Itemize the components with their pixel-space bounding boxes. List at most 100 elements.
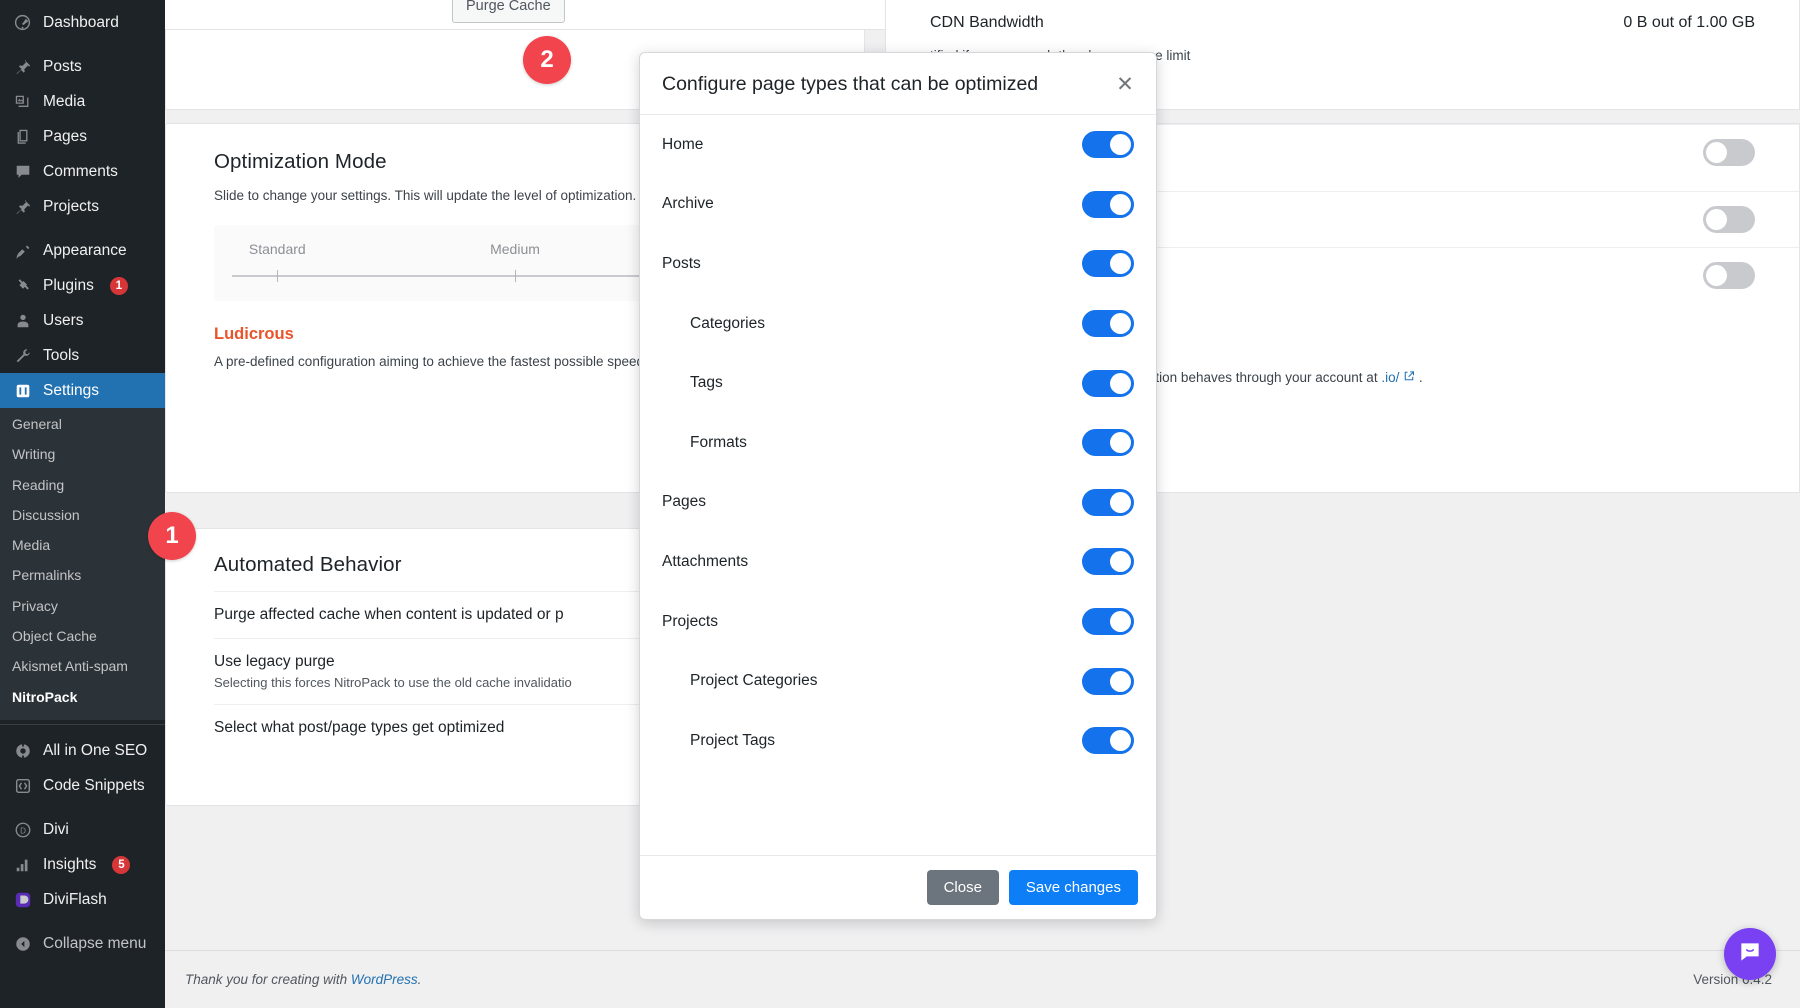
- pages-icon: [12, 126, 33, 147]
- page-type-label: Projects: [662, 613, 718, 631]
- submenu-item-akismet[interactable]: Akismet Anti-spam: [0, 651, 165, 681]
- collapse-menu-button[interactable]: Collapse menu: [0, 927, 165, 962]
- page-type-row: Home: [662, 115, 1134, 175]
- step-badge-1: 1: [148, 512, 196, 560]
- sidebar-item-label: All in One SEO: [43, 742, 147, 760]
- sidebar-item-diviflash[interactable]: DiviFlash: [0, 883, 165, 918]
- divi-icon: D: [12, 820, 33, 841]
- page-type-row: Archive: [662, 175, 1134, 235]
- collapse-menu-label: Collapse menu: [43, 935, 146, 953]
- settings-submenu: General Writing Reading Discussion Media…: [0, 408, 165, 720]
- page-type-toggle[interactable]: [1082, 191, 1134, 218]
- close-button[interactable]: Close: [927, 870, 999, 905]
- sidebar-divider: [0, 40, 165, 49]
- step-badge-2: 2: [523, 36, 571, 84]
- account-link-text: .io/: [1381, 370, 1399, 385]
- sidebar-item-settings[interactable]: Settings: [0, 373, 165, 408]
- page-type-toggle[interactable]: [1082, 668, 1134, 695]
- page-type-row: Posts: [662, 234, 1134, 294]
- media-icon: [12, 91, 33, 112]
- page-type-label: Formats: [662, 434, 747, 452]
- cdn-bandwidth-label: CDN Bandwidth: [930, 14, 1044, 32]
- page-type-label: Home: [662, 136, 703, 154]
- submenu-item-reading[interactable]: Reading: [0, 470, 165, 500]
- external-link-icon: [1403, 370, 1419, 385]
- admin-sidebar: Dashboard Posts Media Pages Comments Pro…: [0, 0, 165, 1008]
- purge-cache-button[interactable]: Purge Cache: [452, 0, 565, 23]
- submenu-item-privacy[interactable]: Privacy: [0, 591, 165, 621]
- sidebar-item-pages[interactable]: Pages: [0, 119, 165, 154]
- plugins-update-badge: 1: [110, 277, 128, 295]
- save-changes-button[interactable]: Save changes: [1009, 870, 1138, 905]
- submenu-item-media[interactable]: Media: [0, 530, 165, 560]
- submenu-item-object-cache[interactable]: Object Cache: [0, 621, 165, 651]
- plug-icon: [12, 275, 33, 296]
- submenu-item-writing[interactable]: Writing: [0, 439, 165, 469]
- modal-body: Home Archive Posts Categories Tags Forma…: [640, 115, 1156, 855]
- submenu-item-nitropack[interactable]: NitroPack: [0, 682, 165, 712]
- sidebar-item-users[interactable]: Users: [0, 303, 165, 338]
- page-type-row: Project Tags: [662, 711, 1134, 771]
- account-link[interactable]: .io/: [1381, 370, 1419, 385]
- page-type-toggle[interactable]: [1082, 608, 1134, 635]
- submenu-item-permalinks[interactable]: Permalinks: [0, 560, 165, 590]
- sidebar-item-insights[interactable]: Insights 5: [0, 848, 165, 883]
- feature-toggle[interactable]: [1703, 139, 1755, 166]
- sidebar-item-posts[interactable]: Posts: [0, 49, 165, 84]
- close-icon[interactable]: ✕: [1114, 75, 1136, 97]
- sidebar-item-divi[interactable]: D Divi: [0, 813, 165, 848]
- sidebar-item-dashboard[interactable]: Dashboard: [0, 5, 165, 40]
- feature-toggle[interactable]: [1703, 206, 1755, 233]
- page-type-row: Pages: [662, 473, 1134, 533]
- page-type-toggle[interactable]: [1082, 429, 1134, 456]
- chat-bubble-icon: [1737, 939, 1763, 970]
- page-type-row: Categories: [662, 294, 1134, 354]
- sidebar-item-comments[interactable]: Comments: [0, 154, 165, 189]
- wordpress-link[interactable]: WordPress: [351, 972, 418, 987]
- cdn-bandwidth-value: 0 B out of 1.00 GB: [1623, 14, 1755, 32]
- sidebar-divider: [0, 224, 165, 233]
- sidebar-item-tools[interactable]: Tools: [0, 338, 165, 373]
- feature-toggle[interactable]: [1703, 262, 1755, 289]
- pin-icon: [12, 56, 33, 77]
- settings-icon: [12, 380, 33, 401]
- page-types-modal: Configure page types that can be optimiz…: [639, 52, 1157, 920]
- page-type-toggle[interactable]: [1082, 131, 1134, 158]
- submenu-item-discussion[interactable]: Discussion: [0, 500, 165, 530]
- sidebar-item-label: Appearance: [43, 242, 127, 260]
- modal-footer: Close Save changes: [640, 855, 1156, 919]
- sidebar-item-label: Insights: [43, 856, 96, 874]
- page-type-row: Attachments: [662, 532, 1134, 592]
- sidebar-divider: [0, 724, 165, 725]
- submenu-item-general[interactable]: General: [0, 409, 165, 439]
- page-type-toggle[interactable]: [1082, 310, 1134, 337]
- pin-icon: [12, 196, 33, 217]
- sidebar-item-label: DiviFlash: [43, 891, 107, 909]
- sidebar-item-label: Projects: [43, 198, 99, 216]
- sidebar-item-appearance[interactable]: Appearance: [0, 233, 165, 268]
- page-type-toggle[interactable]: [1082, 250, 1134, 277]
- page-type-label: Project Tags: [662, 732, 775, 750]
- sidebar-item-projects[interactable]: Projects: [0, 189, 165, 224]
- sidebar-item-label: Users: [43, 312, 83, 330]
- page-type-toggle[interactable]: [1082, 489, 1134, 516]
- sidebar-item-plugins[interactable]: Plugins 1: [0, 268, 165, 303]
- intercom-launcher-button[interactable]: [1724, 928, 1776, 980]
- sidebar-item-label: Comments: [43, 163, 118, 181]
- sidebar-item-label: Pages: [43, 128, 87, 146]
- user-icon: [12, 310, 33, 331]
- page-type-label: Posts: [662, 255, 701, 273]
- page-type-label: Categories: [662, 315, 765, 333]
- page-type-toggle[interactable]: [1082, 370, 1134, 397]
- page-type-label: Tags: [662, 374, 723, 392]
- sidebar-item-label: Divi: [43, 821, 69, 839]
- sidebar-divider: [0, 918, 165, 927]
- page-type-toggle[interactable]: [1082, 727, 1134, 754]
- sidebar-item-media[interactable]: Media: [0, 84, 165, 119]
- sidebar-item-all-in-one-seo[interactable]: All in One SEO: [0, 734, 165, 769]
- page-type-toggle[interactable]: [1082, 548, 1134, 575]
- svg-text:D: D: [20, 827, 26, 836]
- sidebar-item-code-snippets[interactable]: Code Snippets: [0, 769, 165, 804]
- collapse-icon: [12, 934, 33, 955]
- comment-icon: [12, 161, 33, 182]
